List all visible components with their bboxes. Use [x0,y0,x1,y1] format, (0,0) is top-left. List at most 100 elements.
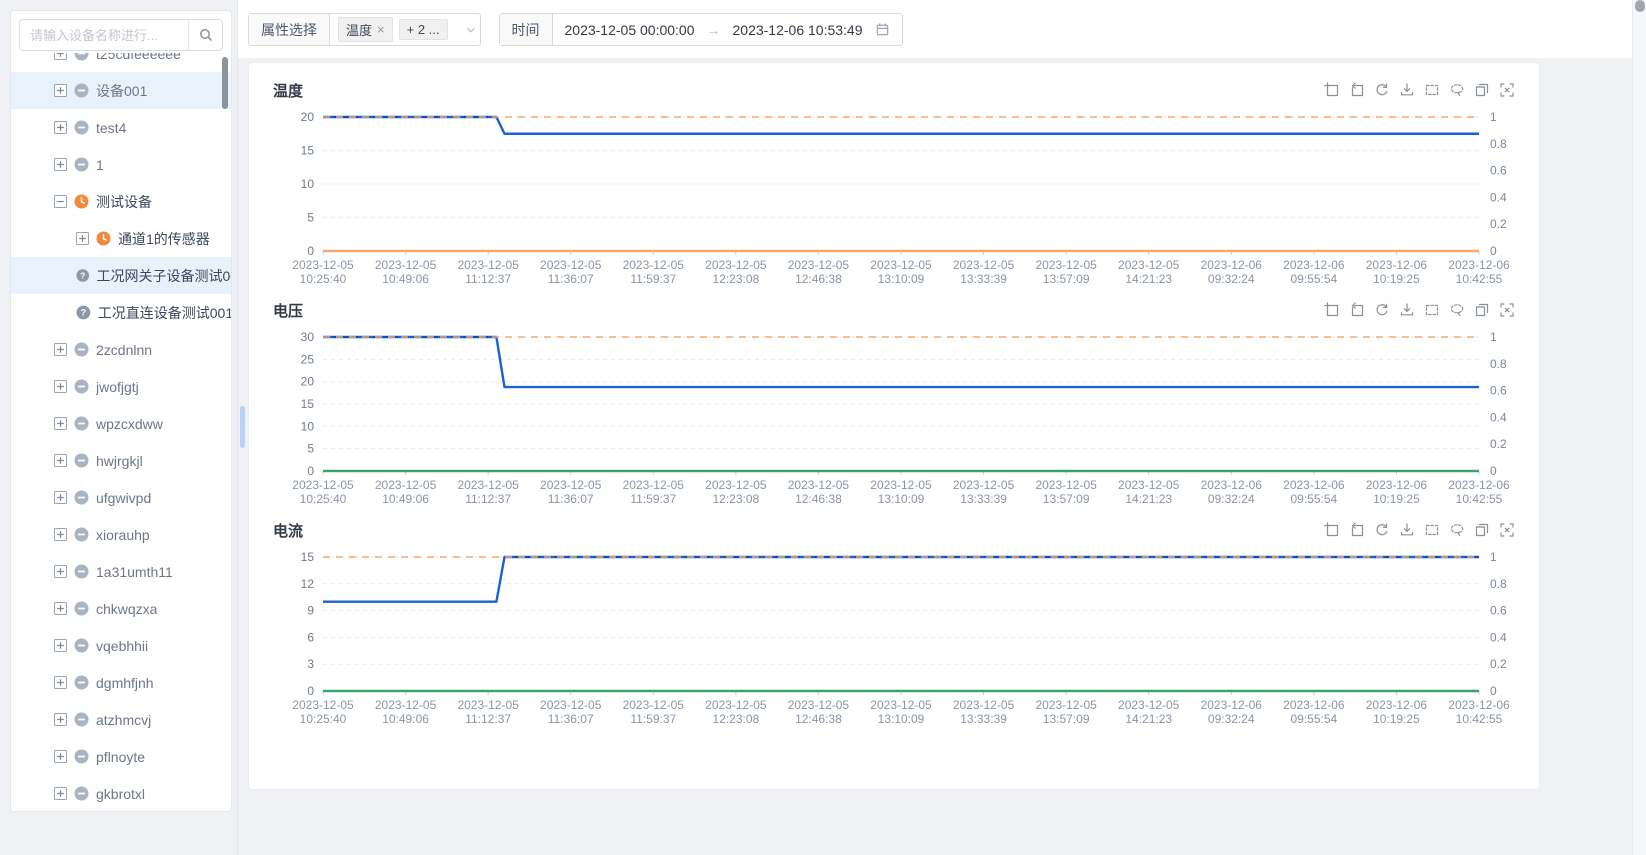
refresh-icon[interactable] [1374,522,1390,538]
search-button[interactable] [188,20,222,50]
chart-toolbox [1324,302,1515,318]
expand-icon[interactable] [54,602,67,615]
attribute-select-group: 属性选择 温度×+ 2 ... [248,13,481,46]
tree-item[interactable]: ?工况网关子设备测试001 [11,257,231,294]
offline-icon [74,120,89,135]
search-input[interactable] [20,20,188,50]
tree-item[interactable]: jwofjgtj [11,368,231,405]
expand-icon[interactable] [54,53,67,60]
refresh-icon[interactable] [1374,302,1390,318]
copy-icon[interactable] [1474,522,1490,538]
chevron-down-icon[interactable] [464,14,478,45]
expand-icon[interactable] [54,343,67,356]
chart-plot[interactable]: 0510152000.20.40.60.812023-12-0510:25:40… [273,105,1517,293]
tree-item[interactable]: 2zcdnlnn [11,331,231,368]
expand-icon[interactable] [54,84,67,97]
expand-icon[interactable] [54,380,67,393]
selected-tag[interactable]: 温度× [338,17,393,42]
fullscreen-icon[interactable] [1499,302,1515,318]
zoom-box-icon[interactable] [1324,302,1340,318]
offline-icon [74,601,89,616]
refresh-icon[interactable] [1374,82,1390,98]
expand-icon[interactable] [54,491,67,504]
more-tag[interactable]: + 2 ... [399,19,448,40]
tree-item[interactable]: atzhmcvj [11,701,231,738]
range-arrow-icon: → [707,22,721,38]
expand-icon[interactable] [54,713,67,726]
tree-item[interactable]: test4 [11,109,231,146]
rect-select-icon[interactable] [1424,82,1440,98]
tree-item[interactable]: wpzcxdww [11,405,231,442]
svg-text:0: 0 [307,244,314,258]
calendar-icon[interactable] [875,22,890,37]
expand-icon[interactable] [54,121,67,134]
tree-item[interactable]: gkbrotxl [11,775,231,809]
expand-icon[interactable] [54,158,67,171]
download-icon[interactable] [1399,82,1415,98]
expand-icon[interactable] [54,565,67,578]
tree-item[interactable]: 测试设备 [11,183,231,220]
sidebar-scrollbar[interactable] [240,406,245,448]
expand-icon[interactable] [54,528,67,541]
tree-item-label: 通道1的传感器 [118,229,210,249]
tree-item[interactable]: chkwqzxa [11,590,231,627]
zoom-back-icon[interactable] [1349,82,1365,98]
tree-item[interactable]: hwjrgkjl [11,442,231,479]
close-icon[interactable]: × [377,23,385,36]
expand-icon[interactable] [54,676,67,689]
attribute-select[interactable]: 温度× + 2 ... [330,14,456,45]
copy-icon[interactable] [1474,302,1490,318]
expand-icon[interactable] [54,750,67,763]
tree-item[interactable]: t25cdfeeeeee [11,53,231,72]
tree-item[interactable]: 1a31umth11 [11,553,231,590]
time-range-picker[interactable]: 2023-12-05 00:00:00 → 2023-12-06 10:53:4… [553,14,902,45]
rect-select-icon[interactable] [1424,522,1440,538]
tree-item[interactable]: ?工况直连设备测试001 [11,294,231,331]
zoom-back-icon[interactable] [1349,302,1365,318]
rect-select-icon[interactable] [1424,302,1440,318]
zoom-box-icon[interactable] [1324,82,1340,98]
chart-head: 电流 [273,515,1515,545]
download-icon[interactable] [1399,522,1415,538]
svg-text:2023-12-0610:42:55: 2023-12-0610:42:55 [1448,698,1510,726]
tree-item[interactable]: 1 [11,146,231,183]
expand-icon[interactable] [54,639,67,652]
fullscreen-icon[interactable] [1499,82,1515,98]
page-scrollbar-thumb[interactable] [1635,0,1645,12]
expand-icon[interactable] [54,417,67,430]
tree-scrollbar[interactable] [222,57,228,109]
tree-item[interactable]: pflnoyte [11,738,231,775]
fullscreen-icon[interactable] [1499,522,1515,538]
device-tree: t25cdfeeeeee 设备001test41测试设备通道1的传感器 ?工况网关子… [11,53,231,809]
tree-item-label: 1a31umth11 [96,564,173,580]
tree-item[interactable]: vqebhhii [11,627,231,664]
page-scrollbar[interactable] [1632,0,1646,855]
collapse-icon[interactable] [54,195,67,208]
start-datetime[interactable]: 2023-12-05 00:00:00 [565,22,695,38]
chart-plot[interactable]: 05101520253000.20.40.60.812023-12-0510:2… [273,325,1517,513]
chart-plot[interactable]: 0369121500.20.40.60.812023-12-0510:25:40… [273,545,1517,733]
lasso-select-icon[interactable] [1449,522,1465,538]
tree-item[interactable]: xiorauhp [11,516,231,553]
svg-text:0.2: 0.2 [1490,657,1507,671]
time-label: 时间 [500,14,553,45]
svg-text:2023-12-0511:12:37: 2023-12-0511:12:37 [457,478,519,506]
tree-item[interactable]: ufgwivpd [11,479,231,516]
expand-icon[interactable] [54,787,67,800]
lasso-select-icon[interactable] [1449,302,1465,318]
end-datetime[interactable]: 2023-12-06 10:53:49 [733,22,863,38]
expand-icon[interactable] [54,454,67,467]
tree-item-label: t25cdfeeeeee [96,53,181,62]
download-icon[interactable] [1399,302,1415,318]
lasso-select-icon[interactable] [1449,82,1465,98]
zoom-box-icon[interactable] [1324,522,1340,538]
zoom-back-icon[interactable] [1349,522,1365,538]
tree-item[interactable]: 设备001 [11,72,231,109]
expand-icon[interactable] [76,232,89,245]
copy-icon[interactable] [1474,82,1490,98]
svg-text:2023-12-0609:55:54: 2023-12-0609:55:54 [1283,698,1345,726]
svg-text:2023-12-0610:19:25: 2023-12-0610:19:25 [1366,698,1428,726]
tree-item[interactable]: 通道1的传感器 [11,220,231,257]
svg-text:2023-12-0514:21:23: 2023-12-0514:21:23 [1118,478,1180,506]
tree-item[interactable]: dgmhfjnh [11,664,231,701]
